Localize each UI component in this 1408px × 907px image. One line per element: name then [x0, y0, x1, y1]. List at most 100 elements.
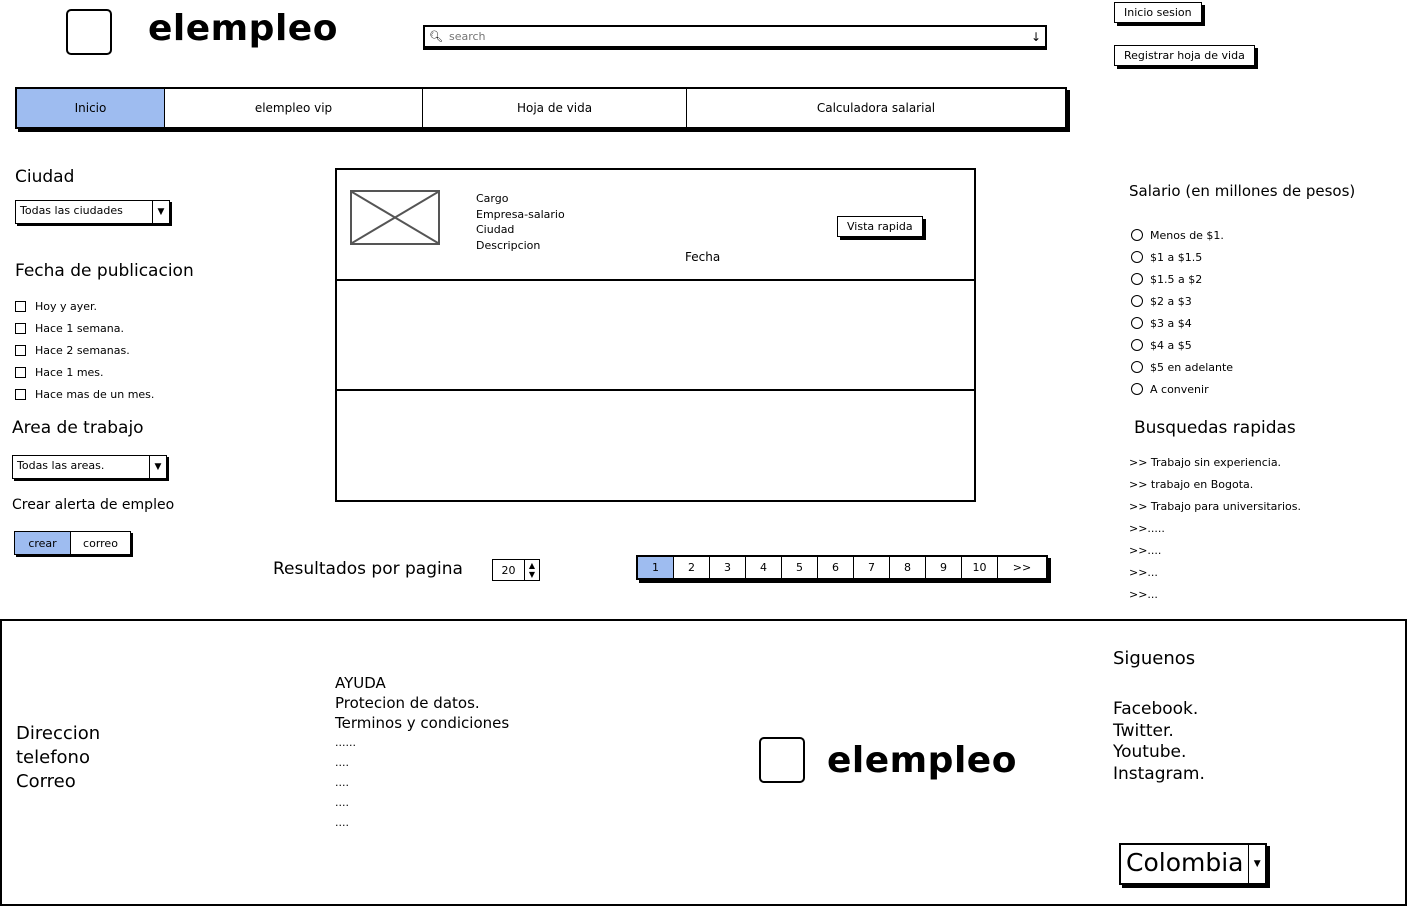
search-icon: 🔍︎	[429, 30, 443, 43]
quick-search-link[interactable]: >> trabajo en Bogota.	[1129, 473, 1301, 495]
radio[interactable]	[1131, 273, 1143, 285]
next-page-button[interactable]: >>	[998, 557, 1046, 578]
help-link[interactable]: ....	[335, 773, 509, 793]
chevron-down-icon: ▼	[1248, 845, 1265, 883]
alert-create-button[interactable]: crear	[15, 532, 71, 554]
salary-title: Salario (en millones de pesos)	[1129, 182, 1356, 200]
per-page-stepper[interactable]: 20 ▲ ▼	[492, 559, 540, 581]
result-item[interactable]	[337, 391, 974, 500]
login-button[interactable]: Inicio sesion	[1114, 2, 1202, 23]
quick-search-link[interactable]: >> Trabajo sin experiencia.	[1129, 451, 1301, 473]
quick-view-button[interactable]: Vista rapida	[837, 216, 923, 237]
help-link[interactable]: ....	[335, 753, 509, 773]
tab-inicio[interactable]: Inicio	[17, 89, 165, 127]
radio[interactable]	[1131, 295, 1143, 307]
city-select[interactable]: Todas las ciudades ▼	[15, 200, 170, 224]
checkbox[interactable]	[15, 300, 26, 312]
register-cv-button[interactable]: Registrar hoja de vida	[1114, 45, 1255, 66]
twitter-link[interactable]: Twitter.	[1113, 721, 1205, 743]
quick-search-link[interactable]: >> Trabajo para universitarios.	[1129, 495, 1301, 517]
quick-search-link[interactable]: >>....	[1129, 539, 1301, 561]
search-input[interactable]	[446, 29, 1031, 44]
logo-icon[interactable]	[66, 9, 112, 55]
salary-option[interactable]: $3 a $4	[1131, 312, 1233, 334]
result-fecha: Fecha	[685, 250, 721, 264]
youtube-link[interactable]: Youtube.	[1113, 742, 1205, 764]
microphone-icon[interactable]: ↓	[1031, 30, 1041, 44]
checkbox[interactable]	[15, 388, 26, 400]
date-options: Hoy y ayer. Hace 1 semana. Hace 2 semana…	[15, 295, 154, 405]
country-select[interactable]: Colombia ▼	[1119, 843, 1267, 885]
radio[interactable]	[1131, 251, 1143, 263]
page-button[interactable]: 1	[638, 557, 674, 578]
instagram-link[interactable]: Instagram.	[1113, 764, 1205, 786]
date-option[interactable]: Hoy y ayer.	[15, 295, 154, 317]
contact-phone: telefono	[16, 747, 90, 768]
page-button[interactable]: 5	[782, 557, 818, 578]
help-link[interactable]: Protecion de datos.	[335, 693, 509, 713]
page-button[interactable]: 7	[854, 557, 890, 578]
salary-option[interactable]: $1.5 a $2	[1131, 268, 1233, 290]
salary-option[interactable]: $1 a $1.5	[1131, 246, 1233, 268]
city-title: Ciudad	[15, 167, 75, 187]
page-button[interactable]: 2	[674, 557, 710, 578]
logo-text[interactable]: elempleo	[148, 8, 338, 49]
page-button[interactable]: 4	[746, 557, 782, 578]
page-button[interactable]: 10	[962, 557, 998, 578]
chevron-down-icon: ▼	[152, 201, 169, 223]
footer-logo-text[interactable]: elempleo	[827, 740, 1017, 781]
salary-option[interactable]: Menos de $1.	[1131, 224, 1233, 246]
date-option[interactable]: Hace 1 mes.	[15, 361, 154, 383]
per-page-label: Resultados por pagina	[273, 559, 463, 579]
pagination: 1 2 3 4 5 6 7 8 9 10 >>	[636, 555, 1048, 580]
salary-option[interactable]: $2 a $3	[1131, 290, 1233, 312]
result-item[interactable]: Cargo Empresa-salario Ciudad Descripcion…	[337, 170, 974, 281]
radio[interactable]	[1131, 339, 1143, 351]
alert-email-button[interactable]: correo	[71, 532, 130, 554]
radio[interactable]	[1131, 229, 1143, 241]
page-button[interactable]: 8	[890, 557, 926, 578]
page-button[interactable]: 3	[710, 557, 746, 578]
quick-search-link[interactable]: >>...	[1129, 561, 1301, 583]
footer-logo-icon[interactable]	[759, 737, 805, 783]
help-link[interactable]: ......	[335, 733, 509, 753]
follow-title: Siguenos	[1113, 648, 1196, 669]
radio[interactable]	[1131, 383, 1143, 395]
stepper-arrows-icon[interactable]: ▲ ▼	[524, 560, 539, 580]
tab-hoja-de-vida[interactable]: Hoja de vida	[423, 89, 687, 127]
quick-search-link[interactable]: >>.....	[1129, 517, 1301, 539]
radio[interactable]	[1131, 317, 1143, 329]
help-link[interactable]: AYUDA	[335, 673, 509, 693]
date-title: Fecha de publicacion	[15, 261, 194, 281]
facebook-link[interactable]: Facebook.	[1113, 699, 1205, 721]
result-item[interactable]	[337, 281, 974, 391]
date-option[interactable]: Hace 2 semanas.	[15, 339, 154, 361]
date-option[interactable]: Hace 1 semana.	[15, 317, 154, 339]
search-bar[interactable]: 🔍︎ ↓	[423, 25, 1047, 48]
salary-option[interactable]: $4 a $5	[1131, 334, 1233, 356]
salary-option[interactable]: A convenir	[1131, 378, 1233, 400]
per-page-value[interactable]: 20	[493, 560, 524, 580]
checkbox[interactable]	[15, 366, 26, 378]
date-option[interactable]: Hace mas de un mes.	[15, 383, 154, 405]
quick-search-link[interactable]: >>...	[1129, 583, 1301, 605]
footer: Direccion telefono Correo AYUDA Protecio…	[0, 619, 1407, 906]
help-link[interactable]: Terminos y condiciones	[335, 713, 509, 733]
area-select[interactable]: Todas las areas. ▼	[12, 455, 167, 479]
city-select-value: Todas las ciudades	[20, 204, 123, 217]
main-nav: Inicio elempleo vip Hoja de vida Calcula…	[15, 87, 1067, 129]
page-button[interactable]: 9	[926, 557, 962, 578]
help-link[interactable]: ....	[335, 793, 509, 813]
checkbox[interactable]	[15, 322, 26, 334]
help-link[interactable]: ....	[335, 813, 509, 833]
alert-toggle: crear correo	[14, 531, 131, 555]
contact-email: Correo	[16, 771, 76, 792]
tab-elempleo-vip[interactable]: elempleo vip	[165, 89, 423, 127]
result-cargo[interactable]: Cargo	[476, 191, 565, 207]
page-button[interactable]: 6	[818, 557, 854, 578]
tab-calculadora-salarial[interactable]: Calculadora salarial	[687, 89, 1065, 127]
radio[interactable]	[1131, 361, 1143, 373]
chevron-down-icon: ▼	[149, 456, 166, 478]
checkbox[interactable]	[15, 344, 26, 356]
salary-option[interactable]: $5 en adelante	[1131, 356, 1233, 378]
